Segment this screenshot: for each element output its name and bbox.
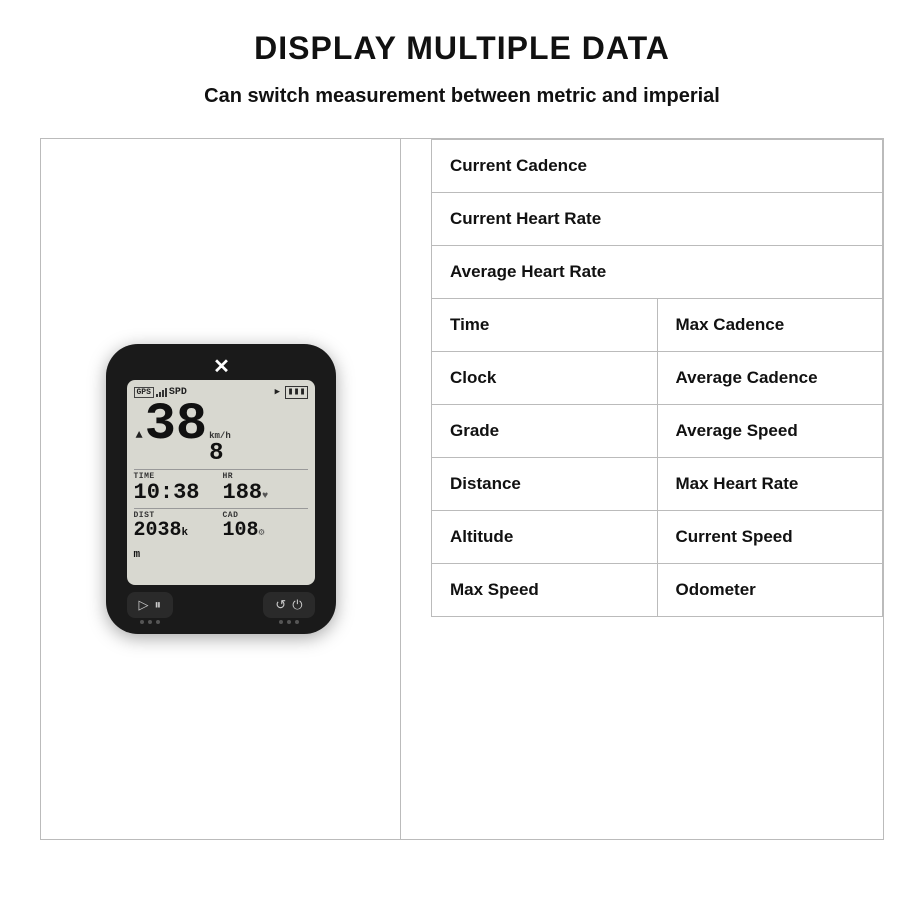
cell-time: Time <box>432 299 658 352</box>
device-screen: GPS SPD ▶ ▮▮▮ <box>127 380 315 585</box>
dist-value: 2038km <box>134 520 219 564</box>
dot-3 <box>156 620 160 624</box>
dist-cad-row: DIST 2038km CAD 108⚙ <box>134 511 308 564</box>
main-speed-value: 38 <box>145 399 207 451</box>
main-speed-area: ▲ 38 km/h 8 <box>134 399 308 467</box>
screen-top-right: ▶ ▮▮▮ <box>275 386 308 398</box>
cad-cell: CAD 108⚙ <box>223 511 308 542</box>
dot-4 <box>279 620 283 624</box>
pause-button-icon[interactable]: ⏸ <box>155 597 162 613</box>
right-btn-group[interactable]: ↺ ⏻ <box>263 592 314 618</box>
data-table: Current CadenceCurrent Heart RateAverage… <box>431 139 883 617</box>
device: ✕ GPS SPD ▶ <box>106 344 336 634</box>
hr-value: 188♥ <box>223 481 308 505</box>
dot-2 <box>148 620 152 624</box>
time-cell: TIME 10:38 <box>134 472 219 505</box>
dot-1 <box>140 620 144 624</box>
device-buttons-area: ▷ ⏸ ↺ ⏻ <box>127 592 315 624</box>
right-button-group: ↺ ⏻ <box>263 592 314 624</box>
device-panel: ✕ GPS SPD ▶ <box>41 139 401 839</box>
dist-cell: DIST 2038km <box>134 511 219 564</box>
cadence-icon: ⚙ <box>259 528 265 539</box>
device-logo: ✕ <box>213 354 228 379</box>
cad-value: 108⚙ <box>223 520 308 542</box>
time-hr-row: TIME 10:38 HR 188♥ <box>134 472 308 505</box>
divider-2 <box>134 508 308 509</box>
table-row: TimeMax Cadence <box>432 299 883 352</box>
cell-max-cadence: Max Cadence <box>657 299 883 352</box>
cell-current-cadence: Current Cadence <box>432 140 883 193</box>
cell-grade: Grade <box>432 405 658 458</box>
cell-average-cadence: Average Cadence <box>657 352 883 405</box>
left-btn-group[interactable]: ▷ ⏸ <box>127 592 174 618</box>
dot-6 <box>295 620 299 624</box>
cell-altitude: Altitude <box>432 511 658 564</box>
table-row: Average Heart Rate <box>432 246 883 299</box>
power-button-icon[interactable]: ⏻ <box>292 597 302 613</box>
cell-distance: Distance <box>432 458 658 511</box>
cell-average-speed: Average Speed <box>657 405 883 458</box>
cell-max-heart-rate: Max Heart Rate <box>657 458 883 511</box>
hr-cell: HR 188♥ <box>223 472 308 505</box>
play-button-icon[interactable]: ▷ <box>139 597 149 613</box>
table-row: Current Heart Rate <box>432 193 883 246</box>
cell-odometer: Odometer <box>657 564 883 617</box>
table-row: DistanceMax Heart Rate <box>432 458 883 511</box>
speed-right-col: km/h 8 <box>209 431 231 467</box>
content-area: ✕ GPS SPD ▶ <box>40 138 884 840</box>
speed-sub-value: 8 <box>209 441 223 467</box>
cell-max-speed: Max Speed <box>432 564 658 617</box>
subtitle: Can switch measurement between metric an… <box>40 85 884 108</box>
cell-current-speed: Current Speed <box>657 511 883 564</box>
battery-indicator: ▮▮▮ <box>285 386 307 399</box>
right-btn-dots <box>263 620 314 624</box>
heart-icon: ♥ <box>262 491 268 502</box>
play-indicator: ▶ <box>275 387 280 397</box>
table-row: GradeAverage Speed <box>432 405 883 458</box>
table-row: ClockAverage Cadence <box>432 352 883 405</box>
cell-clock: Clock <box>432 352 658 405</box>
direction-arrow: ▲ <box>136 428 143 442</box>
left-btn-dots <box>127 620 174 624</box>
table-row: AltitudeCurrent Speed <box>432 511 883 564</box>
table-row: Current Cadence <box>432 140 883 193</box>
refresh-button-icon[interactable]: ↺ <box>275 597 286 613</box>
main-title: DISPLAY MULTIPLE DATA <box>40 30 884 67</box>
cell-average-heart-rate: Average Heart Rate <box>432 246 883 299</box>
dot-5 <box>287 620 291 624</box>
table-row: Max SpeedOdometer <box>432 564 883 617</box>
time-value: 10:38 <box>134 481 219 505</box>
cell-current-heart-rate: Current Heart Rate <box>432 193 883 246</box>
divider-1 <box>134 469 308 470</box>
table-panel: Current CadenceCurrent Heart RateAverage… <box>431 139 883 839</box>
left-button-group: ▷ ⏸ <box>127 592 174 624</box>
